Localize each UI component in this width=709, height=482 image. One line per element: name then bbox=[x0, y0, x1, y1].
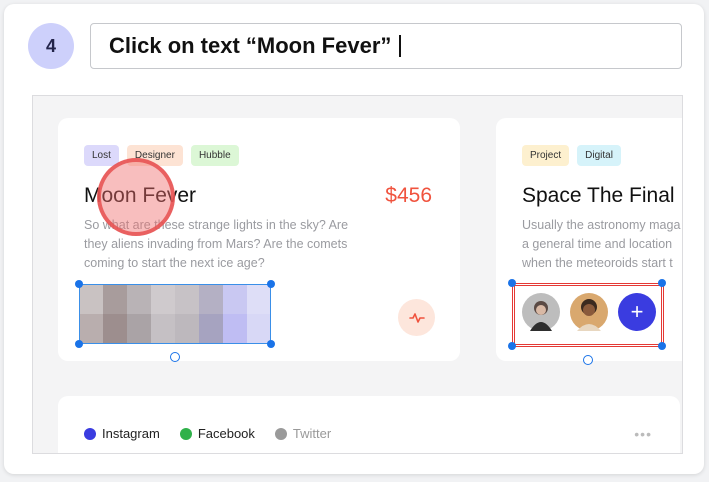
text-caret bbox=[399, 35, 402, 57]
tutorial-panel: 4 Click on text “Moon Fever” Lost Design… bbox=[4, 4, 704, 474]
resize-handle-br[interactable] bbox=[658, 342, 666, 350]
resize-handle-tr[interactable] bbox=[658, 279, 666, 287]
resize-handle-bl[interactable] bbox=[508, 342, 516, 350]
resize-handle-br[interactable] bbox=[267, 340, 275, 348]
social-legend: Instagram Facebook Twitter bbox=[84, 426, 331, 441]
activity-button[interactable] bbox=[398, 299, 435, 336]
social-legend-card: Instagram Facebook Twitter ••• bbox=[58, 396, 680, 453]
design-canvas[interactable]: Lost Designer Hubble Moon Fever $456 So … bbox=[32, 95, 683, 454]
tag-hubble[interactable]: Hubble bbox=[190, 145, 239, 166]
twitter-dot-icon bbox=[274, 427, 287, 440]
legend-label-instagram: Instagram bbox=[102, 426, 160, 441]
click-target-indicator bbox=[97, 158, 175, 236]
resize-handle-tl[interactable] bbox=[508, 279, 516, 287]
legend-facebook[interactable]: Facebook bbox=[179, 426, 255, 441]
resize-handle-tr[interactable] bbox=[267, 280, 275, 288]
facebook-dot-icon bbox=[179, 427, 192, 440]
instruction-text: Click on text “Moon Fever” bbox=[109, 33, 392, 58]
rotate-handle[interactable] bbox=[583, 355, 593, 365]
legend-instagram[interactable]: Instagram bbox=[84, 426, 160, 441]
step-number-badge: 4 bbox=[28, 23, 74, 69]
tag-list: Project Digital bbox=[522, 145, 621, 166]
highlight-box-avatars bbox=[512, 283, 664, 347]
instruction-box: Click on text “Moon Fever” bbox=[90, 23, 682, 69]
tag-project[interactable]: Project bbox=[522, 145, 570, 166]
tag-lost[interactable]: Lost bbox=[84, 145, 119, 166]
tag-list: Lost Designer Hubble bbox=[84, 145, 239, 166]
resize-handle-bl[interactable] bbox=[75, 340, 83, 348]
legend-label-facebook: Facebook bbox=[197, 426, 255, 441]
tag-digital[interactable]: Digital bbox=[577, 145, 621, 166]
activity-icon bbox=[408, 312, 425, 323]
rotate-handle[interactable] bbox=[170, 352, 180, 362]
legend-twitter[interactable]: Twitter bbox=[274, 426, 332, 441]
card-price: $456 bbox=[385, 184, 432, 207]
selection-outline bbox=[79, 284, 271, 344]
instagram-dot-icon bbox=[84, 427, 96, 440]
more-options-icon[interactable]: ••• bbox=[634, 426, 652, 442]
card-title-space[interactable]: Space The Final F bbox=[522, 184, 682, 208]
legend-label-twitter: Twitter bbox=[292, 426, 332, 441]
card-description: Usually the astronomy maga a general tim… bbox=[522, 218, 681, 270]
resize-handle-tl[interactable] bbox=[75, 280, 83, 288]
